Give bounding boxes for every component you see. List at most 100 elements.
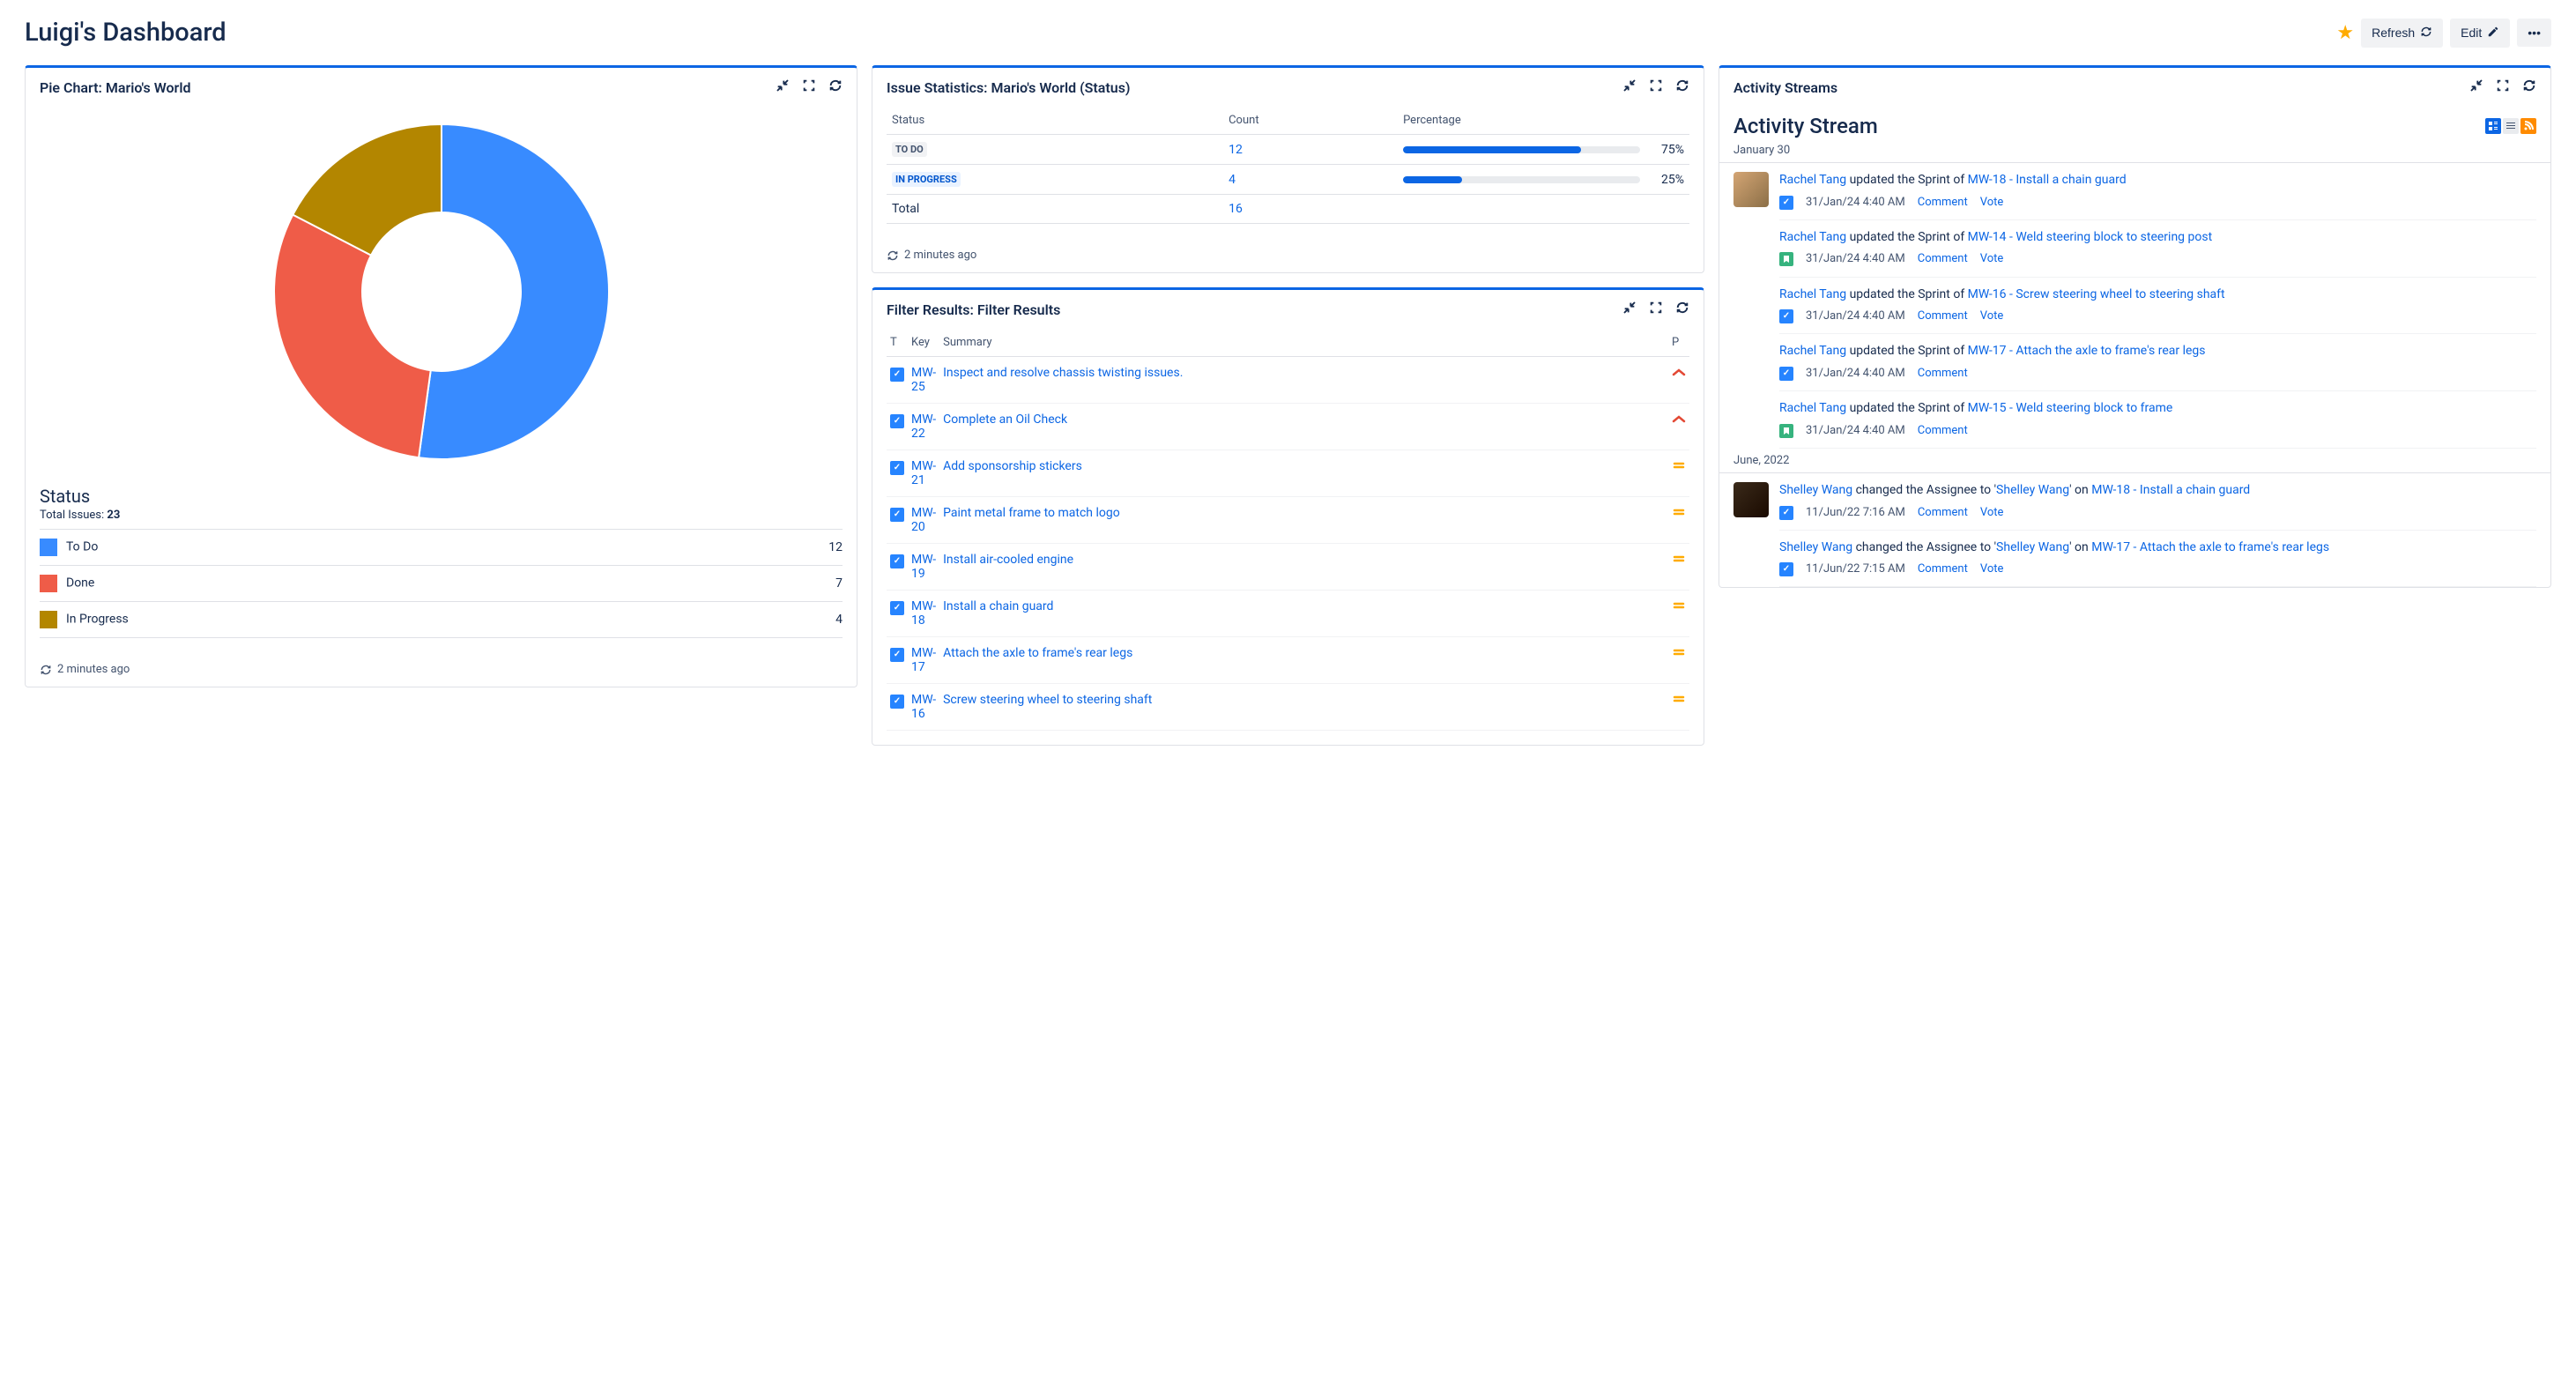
percentage-value: 25% — [1649, 173, 1684, 187]
minimize-icon[interactable] — [776, 78, 790, 96]
refresh-icon[interactable] — [828, 78, 843, 96]
task-type-icon: ✓ — [1779, 196, 1793, 210]
rss-icon[interactable] — [2520, 118, 2536, 134]
issue-link[interactable]: MW-16 - Screw steering wheel to steering… — [1968, 287, 2225, 301]
priority-high-icon — [1672, 366, 1686, 380]
issue-summary-link[interactable]: Complete an Oil Check — [943, 412, 1067, 427]
task-type-icon: ✓ — [890, 601, 904, 615]
issue-key-link[interactable]: MW-22 — [911, 412, 936, 441]
priority-medium-icon — [1672, 459, 1686, 473]
count-link[interactable]: 4 — [1229, 173, 1236, 187]
refresh-icon[interactable] — [1675, 301, 1689, 318]
filter-table: T Key Summary P ✓ MW-25 Inspect and reso… — [887, 329, 1689, 731]
issue-key-link[interactable]: MW-16 — [911, 693, 936, 721]
more-icon: ••• — [2528, 26, 2541, 40]
user-link[interactable]: Rachel Tang — [1779, 230, 1846, 244]
activity-action-link[interactable]: Comment — [1918, 561, 1968, 577]
maximize-icon[interactable] — [2496, 78, 2510, 96]
view-full-icon[interactable] — [2485, 118, 2501, 134]
more-button[interactable]: ••• — [2517, 19, 2551, 47]
filter-results-gadget: Filter Results: Filter Results T Key Sum… — [872, 287, 1704, 746]
maximize-icon[interactable] — [1649, 78, 1663, 96]
col-count: Count — [1223, 107, 1398, 135]
minimize-icon[interactable] — [1622, 301, 1637, 318]
user-link[interactable]: Rachel Tang — [1779, 287, 1846, 301]
issue-key-link[interactable]: MW-20 — [911, 506, 936, 534]
legend-label: In Progress — [66, 613, 129, 627]
total-count-link[interactable]: 16 — [1229, 202, 1243, 216]
col-percentage: Percentage — [1398, 107, 1689, 135]
activity-action-link[interactable]: Comment — [1918, 251, 1968, 267]
refresh-icon[interactable] — [2522, 78, 2536, 96]
activity-action-link[interactable]: Comment — [1918, 366, 1968, 382]
issue-summary-link[interactable]: Screw steering wheel to steering shaft — [943, 693, 1152, 707]
refresh-icon[interactable] — [1675, 78, 1689, 96]
stats-row: IN PROGRESS 4 25% — [887, 165, 1689, 195]
issue-summary-link[interactable]: Attach the axle to frame's rear legs — [943, 646, 1132, 660]
avatar[interactable] — [1733, 482, 1769, 517]
user-link[interactable]: Rachel Tang — [1779, 173, 1846, 187]
activity-text: Rachel Tang updated the Sprint of MW-17 … — [1779, 343, 2536, 360]
user-link[interactable]: Rachel Tang — [1779, 344, 1846, 358]
view-list-icon[interactable] — [2503, 118, 2519, 134]
maximize-icon[interactable] — [802, 78, 816, 96]
progress-bar — [1403, 146, 1640, 153]
issue-key-link[interactable]: MW-19 — [911, 553, 936, 581]
issue-summary-link[interactable]: Install air-cooled engine — [943, 553, 1073, 567]
star-icon[interactable]: ★ — [2336, 22, 2354, 44]
minimize-icon[interactable] — [2469, 78, 2483, 96]
activity-action-link[interactable]: Comment — [1918, 308, 1968, 324]
avatar[interactable] — [1733, 172, 1769, 207]
issue-summary-link[interactable]: Install a chain guard — [943, 599, 1053, 613]
issue-link[interactable]: MW-14 - Weld steering block to steering … — [1968, 230, 2213, 244]
status-lozenge[interactable]: IN PROGRESS — [892, 172, 961, 187]
user-link[interactable]: Shelley Wang — [1779, 483, 1852, 497]
count-link[interactable]: 12 — [1229, 143, 1243, 157]
updated-time: 2 minutes ago — [26, 652, 857, 687]
legend-row: To Do 12 — [40, 530, 843, 566]
activity-action-link[interactable]: Vote — [1980, 561, 2004, 577]
issue-key-link[interactable]: MW-17 — [911, 646, 936, 674]
issue-summary-link[interactable]: Paint metal frame to match logo — [943, 506, 1120, 520]
refresh-button[interactable]: Refresh — [2361, 19, 2443, 48]
maximize-icon[interactable] — [1649, 301, 1663, 318]
activity-action-link[interactable]: Comment — [1918, 505, 1968, 521]
activity-action-link[interactable]: Comment — [1918, 195, 1968, 211]
activity-action-link[interactable]: Vote — [1980, 251, 2004, 267]
activity-text: Rachel Tang updated the Sprint of MW-15 … — [1779, 400, 2536, 418]
donut-slice[interactable] — [419, 124, 609, 459]
issue-key-link[interactable]: MW-18 — [911, 599, 936, 628]
gadget-title: Activity Streams — [1733, 79, 1837, 96]
task-type-icon: ✓ — [890, 554, 904, 568]
col-priority: P — [1668, 329, 1689, 357]
user-link[interactable]: Rachel Tang — [1779, 401, 1846, 415]
donut-slice[interactable] — [274, 215, 431, 458]
issue-key-link[interactable]: MW-21 — [911, 459, 936, 487]
status-lozenge[interactable]: TO DO — [892, 142, 927, 157]
issue-link[interactable]: MW-18 - Install a chain guard — [1968, 173, 2127, 187]
activity-stream-title: Activity Stream — [1733, 114, 1878, 138]
minimize-icon[interactable] — [1622, 78, 1637, 96]
activity-action-link[interactable]: Vote — [1980, 195, 2004, 211]
issue-key-link[interactable]: MW-25 — [911, 366, 936, 394]
activity-item: Shelley Wang changed the Assignee to 'Sh… — [1719, 473, 2550, 531]
issue-summary-link[interactable]: Inspect and resolve chassis twisting iss… — [943, 366, 1183, 380]
issue-link[interactable]: MW-15 - Weld steering block to frame — [1968, 401, 2173, 415]
activity-action-link[interactable]: Vote — [1980, 505, 2004, 521]
assignee-link[interactable]: Shelley Wang — [1996, 483, 2069, 497]
issue-link[interactable]: MW-17 - Attach the axle to frame's rear … — [1968, 344, 2206, 358]
task-type-icon: ✓ — [1779, 309, 1793, 323]
issue-link[interactable]: MW-18 - Install a chain guard — [2091, 483, 2250, 497]
task-type-icon: ✓ — [1779, 506, 1793, 520]
activity-action-link[interactable]: Comment — [1918, 423, 1968, 439]
user-link[interactable]: Shelley Wang — [1779, 540, 1852, 554]
avatar-spacer — [1733, 229, 1769, 278]
edit-button[interactable]: Edit — [2450, 19, 2510, 48]
assignee-link[interactable]: Shelley Wang — [1996, 540, 2069, 554]
issue-link[interactable]: MW-17 - Attach the axle to frame's rear … — [2091, 540, 2329, 554]
issue-summary-link[interactable]: Add sponsorship stickers — [943, 459, 1082, 473]
task-type-icon: ✓ — [1779, 367, 1793, 381]
col-key: Key — [908, 329, 939, 357]
activity-action-link[interactable]: Vote — [1980, 308, 2004, 324]
avatar-spacer — [1733, 400, 1769, 449]
